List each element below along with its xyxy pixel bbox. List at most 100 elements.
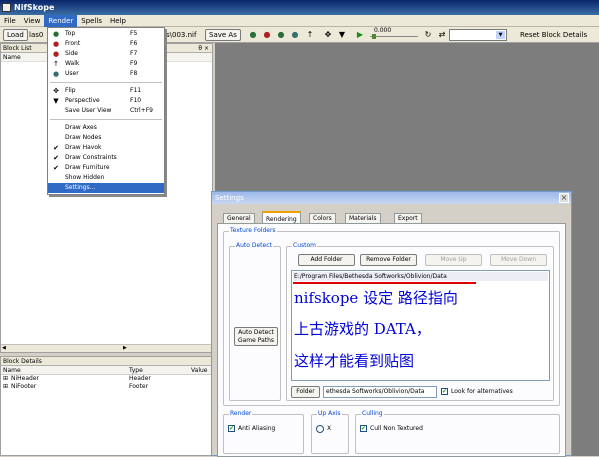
col-type[interactable]: Type: [129, 366, 143, 375]
slider-handle[interactable]: [372, 34, 376, 39]
auto-detect-group: Auto Detect Auto Detect Game Paths: [229, 242, 281, 401]
walk-icon: ↑: [53, 60, 59, 68]
loop-icon[interactable]: ↻: [422, 30, 434, 40]
perspective-icon: ▼: [53, 97, 59, 105]
scroll-right-icon[interactable]: ▶: [123, 345, 127, 351]
menu-item-draw-axes[interactable]: Draw Axes: [48, 123, 164, 133]
user-view-icon: ●: [52, 70, 60, 78]
move-down-button[interactable]: Move Down: [490, 254, 547, 266]
table-row[interactable]: ⊞ NiFooter Footer: [1, 383, 212, 391]
col-name[interactable]: Name: [3, 366, 21, 375]
up-axis-x-label: X: [327, 425, 332, 432]
flip-icon[interactable]: ✥: [322, 30, 334, 40]
block-list-col-name[interactable]: Name: [3, 54, 21, 61]
menubar: File View Render Spells Help: [0, 15, 599, 27]
view-front-icon[interactable]: ●: [261, 30, 273, 40]
chevron-down-icon: ▼: [496, 31, 505, 39]
menu-file[interactable]: File: [0, 15, 20, 27]
menu-item-settings[interactable]: Settings...: [48, 183, 164, 193]
menu-separator: [50, 82, 162, 83]
texture-folders-group: Texture Folders Auto Detect Auto Detect …: [223, 227, 560, 406]
animation-select[interactable]: ▼: [449, 29, 507, 41]
slider-track: [370, 36, 418, 37]
tab-materials[interactable]: Materials: [345, 213, 381, 223]
window-title: NifSkope: [14, 3, 55, 12]
play-icon[interactable]: ▶: [354, 30, 366, 40]
checkmark-icon: ✔: [53, 144, 59, 152]
render-group-title: Render: [229, 410, 253, 418]
time-slider[interactable]: 0.000: [370, 27, 418, 40]
block-list-hscrollbar[interactable]: ◀ ▶: [1, 344, 212, 352]
menu-item-flip[interactable]: ✥ Flip F11: [48, 86, 164, 96]
look-for-alternatives-checkbox[interactable]: ✔: [441, 388, 448, 395]
rendering-tab-panel: Texture Folders Auto Detect Auto Detect …: [217, 223, 566, 457]
perspective-icon[interactable]: ▼: [336, 30, 348, 40]
window-titlebar: NifSkope: [0, 0, 599, 15]
menu-spells[interactable]: Spells: [77, 15, 106, 27]
user-view-icon[interactable]: ●: [289, 30, 301, 40]
menu-item-save-user-view[interactable]: Save User View Ctrl+F9: [48, 106, 164, 116]
dock-buttons[interactable]: θ ×: [198, 44, 209, 53]
custom-title: Custom: [292, 242, 317, 250]
auto-detect-title: Auto Detect: [235, 242, 273, 250]
annotation-line-1: nifskope 设定 路径指向: [294, 289, 458, 307]
up-axis-x-radio[interactable]: [316, 425, 324, 433]
cull-non-textured-label: Cull Non Textured: [370, 425, 423, 432]
culling-group: Culling ✔ Cull Non Textured: [355, 410, 560, 454]
auto-detect-game-paths-button[interactable]: Auto Detect Game Paths: [234, 327, 278, 346]
menu-item-top[interactable]: ● Top F5: [48, 29, 164, 39]
folder-button[interactable]: Folder: [291, 386, 320, 398]
menu-item-walk[interactable]: ↑ Walk F9: [48, 59, 164, 69]
menu-separator: [50, 119, 162, 120]
checkmark-icon: ✔: [53, 154, 59, 162]
menu-item-show-hidden[interactable]: Show Hidden: [48, 173, 164, 183]
save-path-field[interactable]: s\003.nif: [166, 29, 196, 41]
row-name: NiHeader: [11, 375, 40, 382]
row-type: Footer: [129, 383, 149, 390]
remove-folder-button[interactable]: Remove Folder: [360, 254, 417, 266]
view-top-icon[interactable]: ●: [247, 30, 259, 40]
scroll-left-icon[interactable]: ◀: [2, 345, 6, 351]
add-folder-button[interactable]: Add Folder: [298, 254, 355, 266]
switch-icon[interactable]: ⇄: [436, 30, 448, 40]
tab-export[interactable]: Export: [394, 213, 422, 223]
reset-block-details-button[interactable]: Reset Block Details: [520, 29, 587, 41]
block-details-column-header: Name Type Value: [1, 366, 212, 375]
menu-item-side[interactable]: ● Side F7: [48, 49, 164, 59]
menu-view[interactable]: View: [20, 15, 45, 27]
menu-item-draw-constraints[interactable]: ✔ Draw Constraints: [48, 153, 164, 163]
anti-aliasing-checkbox[interactable]: ✔: [228, 425, 235, 432]
time-slider-value: 0.000: [374, 27, 392, 34]
save-as-button[interactable]: Save As: [205, 29, 241, 41]
list-item[interactable]: E:/Program Files/Bethesda Softworks/Obli…: [293, 272, 548, 281]
flip-icon: ✥: [53, 87, 59, 95]
folder-list[interactable]: E:/Program Files/Bethesda Softworks/Obli…: [291, 270, 550, 381]
settings-titlebar: Settings ×: [212, 192, 571, 204]
render-group: Render ✔ Anti Aliasing: [223, 410, 304, 454]
menu-item-draw-furniture[interactable]: ✔ Draw Furniture: [48, 163, 164, 173]
expand-icon[interactable]: ⊞: [3, 375, 8, 383]
load-button[interactable]: Load: [3, 29, 28, 41]
cull-non-textured-checkbox[interactable]: ✔: [360, 425, 367, 432]
menu-render[interactable]: Render: [44, 15, 78, 27]
menu-item-front[interactable]: ● Front F6: [48, 39, 164, 49]
culling-title: Culling: [361, 410, 384, 418]
menu-item-draw-nodes[interactable]: Draw Nodes: [48, 133, 164, 143]
tab-general[interactable]: General: [223, 213, 255, 223]
walk-icon[interactable]: ↑: [304, 30, 316, 40]
annotation-underline: [293, 282, 476, 284]
settings-title: Settings: [215, 194, 244, 202]
expand-icon[interactable]: ⊞: [3, 383, 8, 391]
folder-path-input[interactable]: ethesda Softworks/Oblivion/Data: [323, 386, 437, 398]
menu-item-draw-havok[interactable]: ✔ Draw Havok: [48, 143, 164, 153]
menu-help[interactable]: Help: [106, 15, 130, 27]
tab-colors[interactable]: Colors: [309, 213, 336, 223]
close-icon[interactable]: ×: [559, 193, 569, 203]
col-value[interactable]: Value: [191, 366, 207, 375]
move-up-button[interactable]: Move Up: [425, 254, 482, 266]
menu-item-user[interactable]: ● User F8: [48, 69, 164, 79]
menu-item-perspective[interactable]: ▼ Perspective F10: [48, 96, 164, 106]
view-side-icon[interactable]: ●: [275, 30, 287, 40]
table-row[interactable]: ⊞ NiHeader Header: [1, 375, 212, 383]
load-path-field[interactable]: las0: [29, 29, 43, 41]
